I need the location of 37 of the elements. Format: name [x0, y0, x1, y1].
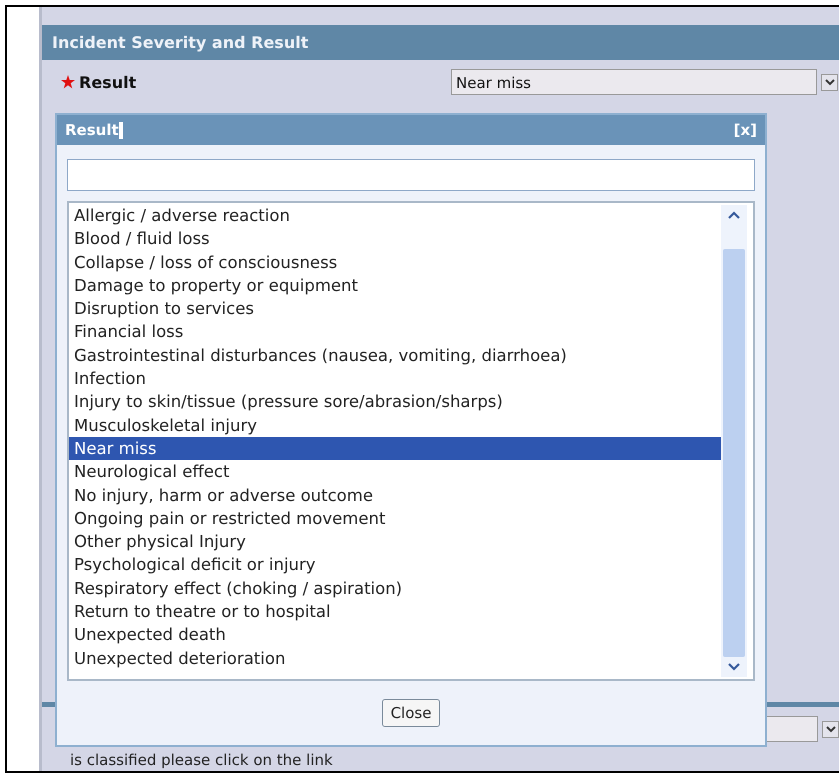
list-option[interactable]: Other physical Injury — [69, 530, 721, 554]
list-option[interactable]: Infection — [69, 367, 721, 390]
list-option[interactable]: Near miss — [69, 436, 721, 460]
scrollbar-thumb[interactable] — [723, 249, 745, 657]
text-cursor — [118, 122, 123, 138]
instruction-text: is classified please click on the link — [69, 751, 334, 771]
search-field[interactable] — [67, 159, 755, 191]
list-option[interactable]: Unexpected death — [69, 623, 721, 647]
list-option[interactable]: Return to theatre or to hospital — [69, 600, 721, 624]
close-button[interactable]: Close — [382, 699, 440, 727]
list-option[interactable]: Allergic / adverse reaction — [69, 204, 721, 228]
result-select[interactable]: Near miss — [451, 69, 817, 95]
dropdown-button[interactable] — [821, 74, 838, 90]
list-option[interactable]: Gastrointestinal disturbances (nausea, vomiting, diarrhoea) — [69, 344, 721, 368]
list-option[interactable]: No injury, harm or adverse outcome — [69, 484, 721, 507]
dialog-title: Result — [65, 121, 119, 139]
list-option[interactable]: Financial loss — [69, 320, 721, 344]
list-option[interactable]: Injury to skin/tissue (pressure sore/abrasion/sharps) — [69, 390, 721, 414]
list-option[interactable]: Musculoskeletal injury — [69, 414, 721, 437]
chevron-down-icon — [728, 663, 740, 671]
list-option[interactable]: Psychological deficit or injury — [69, 553, 721, 577]
scrollbar[interactable] — [721, 205, 747, 677]
section-header: Incident Severity and Result — [42, 25, 839, 60]
option-list[interactable] — [67, 201, 755, 681]
chevron-down-icon — [826, 726, 836, 732]
list-option[interactable]: Blood / fluid loss — [69, 227, 721, 251]
field-label: Result — [79, 72, 136, 92]
list-option[interactable]: Damage to property or equipment — [69, 274, 721, 298]
list-option[interactable]: Ongoing pain or restricted movement — [69, 506, 721, 530]
list-option[interactable]: Neurological effect — [69, 460, 721, 484]
chevron-up-icon — [728, 211, 740, 219]
chevron-down-icon — [824, 78, 834, 86]
list-option[interactable]: Disruption to services — [69, 297, 721, 320]
list-option[interactable]: Collapse / loss of consciousness — [69, 250, 721, 274]
list-option[interactable]: Unexpected deterioration — [69, 646, 721, 670]
dropdown-button[interactable] — [822, 720, 839, 738]
list-option[interactable]: Respiratory effect (choking / aspiration) — [69, 576, 721, 600]
